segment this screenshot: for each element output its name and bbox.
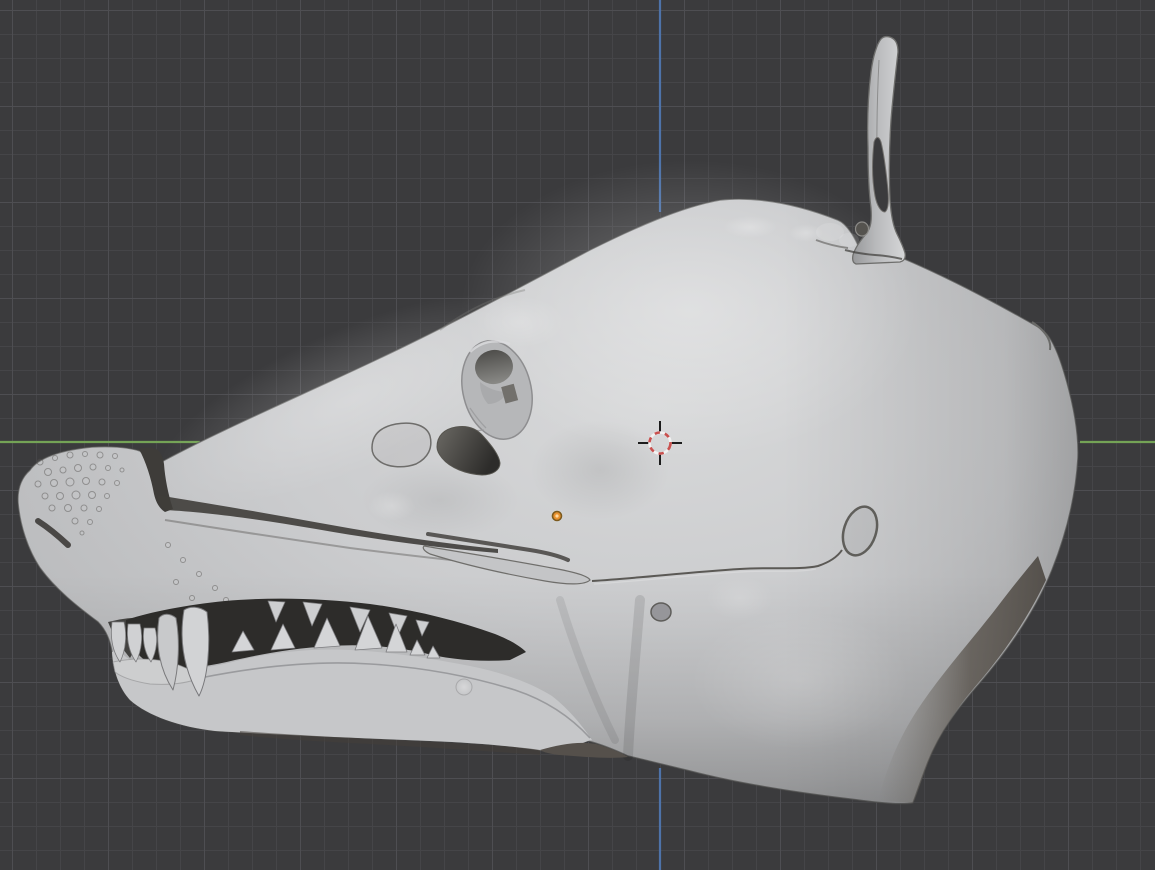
skull-model[interactable]	[18, 37, 1078, 804]
fin-hole	[856, 222, 869, 236]
ear-nub-2	[839, 233, 859, 247]
3d-viewport[interactable]	[0, 0, 1155, 870]
temple-shade	[530, 420, 670, 520]
fenestra-outline	[372, 423, 431, 467]
neck-highlight	[690, 610, 910, 750]
dome-bump-1	[723, 216, 777, 238]
jaw-bump	[456, 679, 472, 695]
viewport-overlay	[0, 0, 1155, 870]
cheek-bump	[706, 576, 774, 620]
jaw-hole	[651, 603, 671, 621]
under-eye-shade	[360, 460, 520, 540]
object-origin[interactable]	[553, 512, 562, 521]
object-origin-dot-core	[555, 514, 558, 517]
